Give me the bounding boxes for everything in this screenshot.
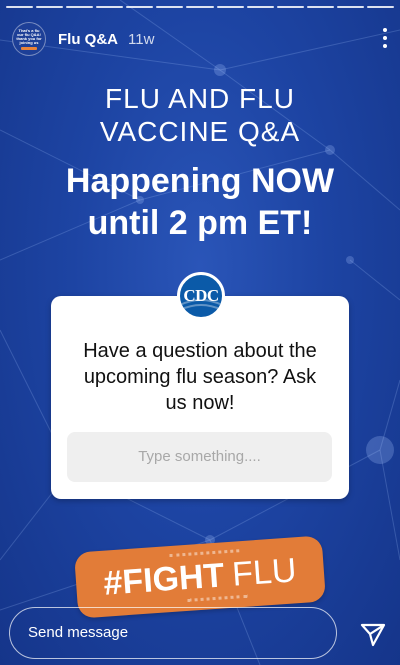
sticker-hashtag: #FIGHT xyxy=(102,555,226,603)
progress-segment xyxy=(156,6,184,8)
progress-segment xyxy=(66,6,94,8)
question-sticker[interactable]: Have a question about the upcoming flu s… xyxy=(51,296,349,499)
more-vertical-icon[interactable] xyxy=(382,28,388,48)
progress-segment xyxy=(96,6,124,8)
question-line: Have a question about the xyxy=(83,340,317,362)
title-line: VACCINE Q&A xyxy=(99,116,301,147)
story-title: FLU AND FLU VACCINE Q&A xyxy=(0,82,400,148)
progress-segment xyxy=(276,6,304,8)
cdc-logo-text: CDC xyxy=(183,286,219,305)
title-line: FLU AND FLU xyxy=(105,83,295,114)
progress-segment xyxy=(6,6,34,8)
progress-segment xyxy=(36,6,64,8)
question-text: Have a question about the upcoming flu s… xyxy=(51,338,349,416)
cdc-logo: CDC xyxy=(177,272,225,320)
question-line: upcoming flu season? Ask xyxy=(83,366,317,388)
story-progress xyxy=(6,6,395,8)
progress-segment xyxy=(216,6,244,8)
send-message-placeholder: Send message xyxy=(28,624,129,641)
story-timestamp: 11w xyxy=(128,30,155,48)
sticker-word: FLU xyxy=(230,550,298,594)
avatar[interactable]: That's a flu our flu Q&A! thank you for … xyxy=(12,22,46,56)
progress-segment xyxy=(336,6,364,8)
story-viewer[interactable]: That's a flu our flu Q&A! thank you for … xyxy=(0,0,400,665)
question-line: us now! xyxy=(165,392,235,414)
story-headline: Happening NOW until 2 pm ET! xyxy=(0,160,400,244)
progress-segment xyxy=(126,6,154,8)
account-name[interactable]: Flu Q&A xyxy=(58,31,118,48)
story-header: That's a flu our flu Q&A! thank you for … xyxy=(12,22,388,56)
progress-segment xyxy=(366,6,395,8)
progress-segment xyxy=(246,6,274,8)
answer-input[interactable]: Type something.... xyxy=(67,432,332,482)
headline-line: until 2 pm ET! xyxy=(87,204,313,242)
send-message-input[interactable]: Send message xyxy=(9,607,337,659)
avatar-bar xyxy=(21,46,37,50)
progress-segment xyxy=(306,6,334,8)
paper-plane-icon[interactable] xyxy=(360,621,386,647)
progress-segment xyxy=(186,6,214,8)
headline-line: Happening NOW xyxy=(65,162,335,200)
avatar-text: joining us xyxy=(19,39,39,45)
